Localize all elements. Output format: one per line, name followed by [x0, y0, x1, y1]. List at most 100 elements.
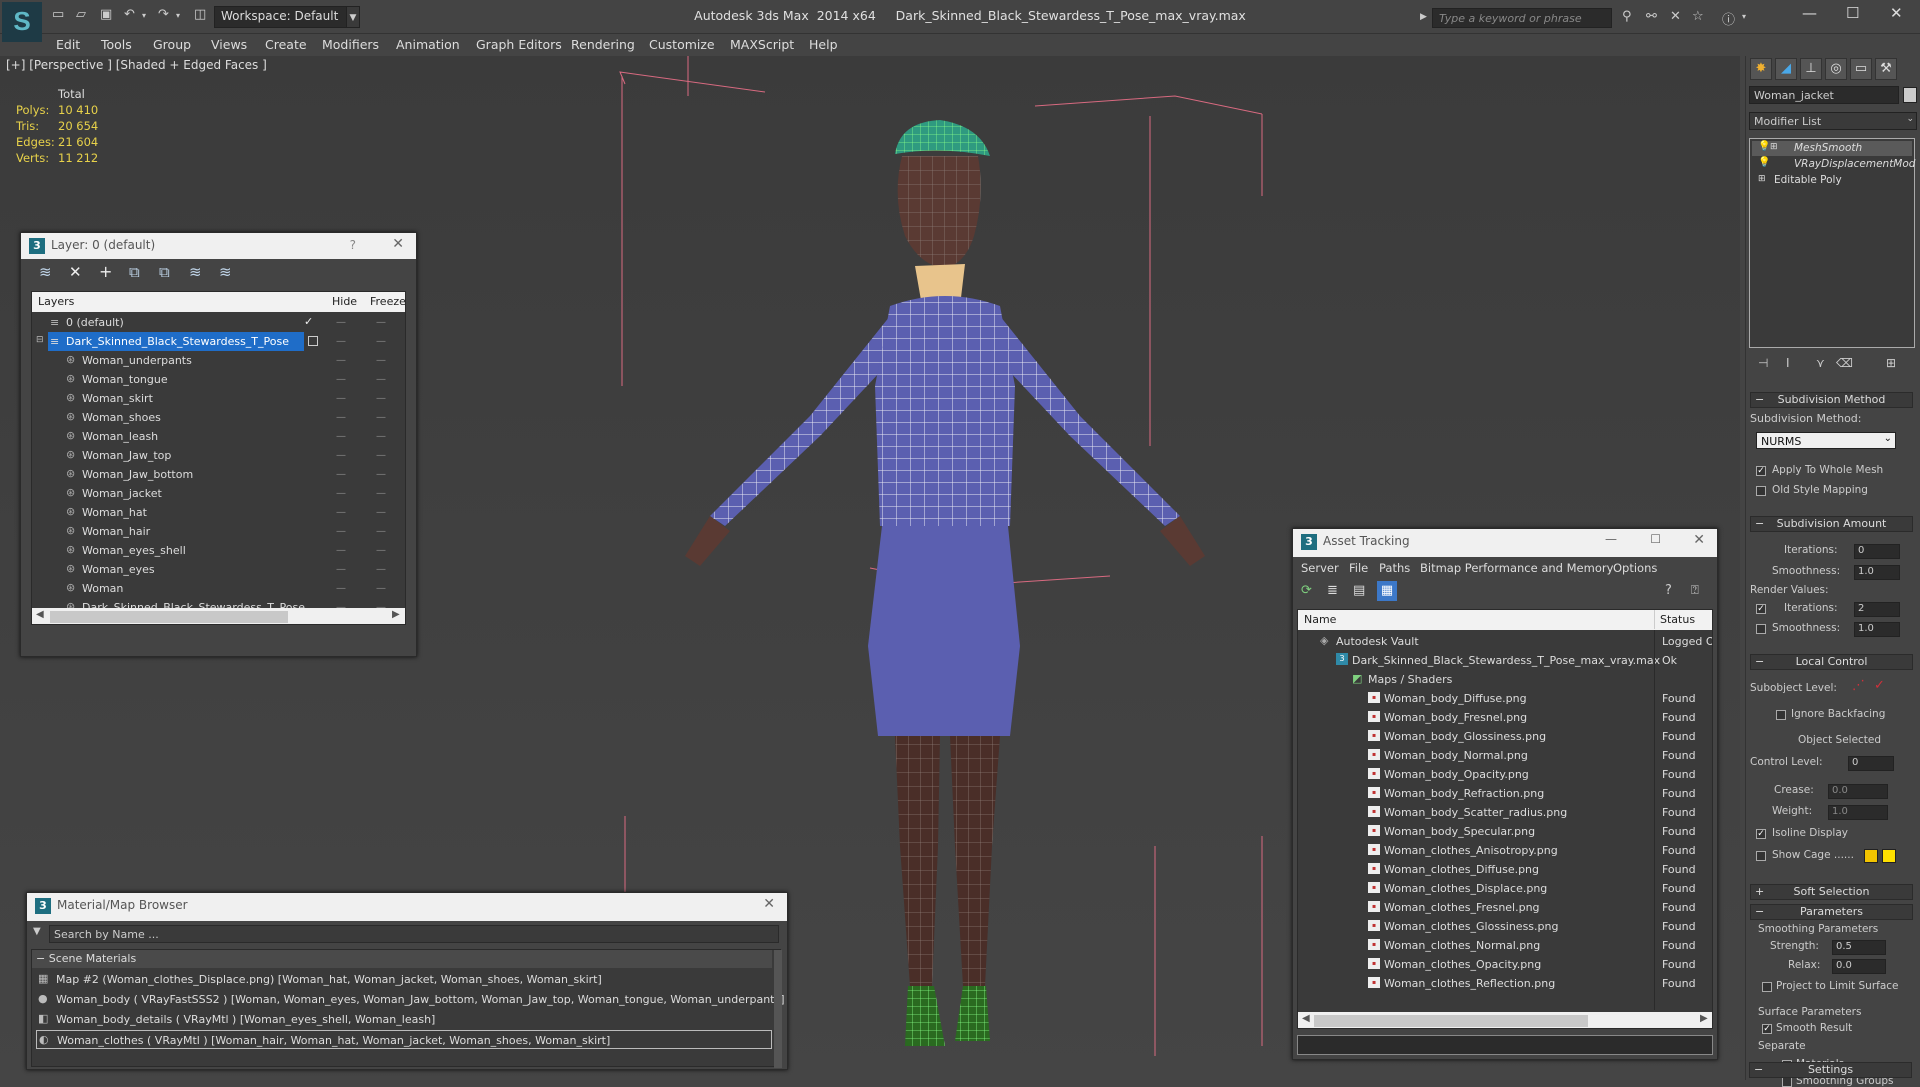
col-name[interactable]: Name	[1304, 613, 1336, 626]
show-end-result-icon[interactable]: Ⅰ	[1786, 356, 1790, 370]
create-layer-icon[interactable]: ≋	[39, 263, 52, 281]
hide-toggle[interactable]: —	[336, 431, 346, 442]
redo-dropdown-icon[interactable]: ▾	[176, 11, 180, 20]
thumbnail-view-icon[interactable]: ▤	[1353, 583, 1365, 598]
hide-toggle[interactable]: —	[336, 488, 346, 499]
save-file-icon[interactable]: ▣	[100, 7, 112, 22]
crease-spinner[interactable]: 0.0	[1828, 784, 1888, 799]
maximize-icon[interactable]: ☐	[1846, 4, 1859, 22]
binoculars-icon[interactable]: ⚲	[1622, 9, 1632, 24]
asset-menu-file[interactable]: File	[1349, 561, 1368, 575]
menu-graph-editors[interactable]: Graph Editors	[476, 37, 562, 52]
app-logo-icon[interactable]: S	[2, 2, 42, 42]
hierarchy-tab-icon[interactable]: ⊥	[1800, 58, 1822, 80]
hide-toggle[interactable]: —	[336, 393, 346, 404]
project-folder-icon[interactable]: ◫	[194, 7, 206, 22]
layer-row[interactable]: ⊛ Woman_jacket — —	[32, 484, 405, 503]
layer-row[interactable]: ⊛ Woman_eyes — —	[32, 560, 405, 579]
asset-row[interactable]: ▪ Woman_body_Refraction.png Found	[1298, 784, 1712, 803]
render-smoothness-spinner[interactable]: 1.0	[1854, 622, 1900, 637]
help-question-icon[interactable]: ?	[1665, 583, 1672, 598]
asset-row[interactable]: ▪ Woman_clothes_Diffuse.png Found	[1298, 860, 1712, 879]
asset-menu-server[interactable]: Server	[1301, 561, 1339, 575]
freeze-toggle[interactable]: —	[376, 526, 386, 537]
hide-toggle[interactable]: —	[336, 317, 346, 328]
hide-toggle[interactable]: —	[336, 583, 346, 594]
layer-row[interactable]: ⊛ Woman_tongue — —	[32, 370, 405, 389]
table-view-icon[interactable]: ▦	[1377, 581, 1397, 601]
hide-toggle[interactable]: —	[336, 564, 346, 575]
workspace-dropdown-icon[interactable]: ▼	[346, 6, 360, 28]
asset-row[interactable]: ▪ Woman_clothes_Glossiness.png Found	[1298, 917, 1712, 936]
create-tab-icon[interactable]: ✸	[1750, 58, 1772, 80]
material-close-icon[interactable]: ✕	[763, 896, 775, 912]
asset-list[interactable]: Name Status ◈ Autodesk Vault Logged O 3 …	[1297, 609, 1713, 1029]
apply-whole-mesh-checkbox[interactable]: ✓	[1756, 466, 1766, 476]
undo-dropdown-icon[interactable]: ▾	[142, 11, 146, 20]
layer-row[interactable]: ⊛ Woman_underpants — —	[32, 351, 405, 370]
object-color-swatch[interactable]	[1903, 87, 1917, 103]
current-layer-check-icon[interactable]: ✓	[304, 315, 313, 328]
menu-maxscript[interactable]: MAXScript	[730, 37, 794, 52]
motion-tab-icon[interactable]: ◎	[1825, 58, 1847, 80]
material-row[interactable]: ◧ Woman_body_details ( VRayMtl ) [Woman_e…	[36, 1010, 772, 1029]
workspace-selector[interactable]: Workspace: Default	[214, 6, 354, 28]
smooth-result-checkbox[interactable]: ✓	[1762, 1024, 1772, 1034]
redo-icon[interactable]: ↷	[158, 7, 169, 22]
render-iterations-spinner[interactable]: 2	[1854, 602, 1900, 617]
layer-row[interactable]: ⊛ Woman — —	[32, 579, 405, 598]
layer-row[interactable]: ⊛ Woman_leash — —	[32, 427, 405, 446]
subdiv-method-dropdown[interactable]: NURMS ⌄	[1756, 432, 1896, 449]
col-freeze[interactable]: Freeze	[370, 295, 405, 308]
modifier-stack[interactable]: 💡 ⊞ MeshSmooth 💡 VRayDisplacementMod ⊞ Edita…	[1749, 138, 1915, 348]
menu-help[interactable]: Help	[809, 37, 838, 52]
menu-views[interactable]: Views	[211, 37, 247, 52]
hide-toggle[interactable]: —	[336, 507, 346, 518]
project-limit-checkbox[interactable]	[1762, 982, 1772, 992]
asset-row[interactable]: ▪ Woman_body_Normal.png Found	[1298, 746, 1712, 765]
layer-row[interactable]: ⊛ Woman_hat — —	[32, 503, 405, 522]
refresh-icon[interactable]: ⟳	[1301, 583, 1312, 598]
scroll-thumb[interactable]	[50, 611, 288, 623]
expand-icon[interactable]: ⊞	[1758, 174, 1766, 184]
ignore-backfacing-checkbox[interactable]	[1776, 710, 1786, 720]
col-hide[interactable]: Hide	[332, 295, 357, 308]
asset-row-vault[interactable]: ◈ Autodesk Vault Logged O	[1298, 632, 1712, 651]
stack-item-editable-poly[interactable]: ⊞ Editable Poly	[1752, 173, 1912, 188]
show-cage-checkbox[interactable]	[1756, 851, 1766, 861]
material-list[interactable]: − Scene Materials ▦ Map #2 (Woman_clothes…	[31, 949, 785, 1068]
menu-customize[interactable]: Customize	[649, 37, 715, 52]
menu-tools[interactable]: Tools	[101, 37, 132, 52]
configure-sets-icon[interactable]: ⊞	[1886, 356, 1896, 370]
object-name-field[interactable]: Woman_jacket	[1749, 86, 1899, 104]
edge-mode-icon[interactable]: ✓	[1874, 678, 1885, 693]
light-bulb-icon[interactable]: 💡	[1758, 141, 1770, 152]
freeze-toggle[interactable]: —	[376, 564, 386, 575]
modifier-list-dropdown[interactable]: Modifier List ⌄	[1749, 112, 1917, 130]
asset-row[interactable]: ▪ Woman_clothes_Opacity.png Found	[1298, 955, 1712, 974]
expand-icon[interactable]: ⊞	[1770, 142, 1778, 152]
layer-hscrollbar[interactable]: ◀ ▶	[32, 608, 405, 624]
menu-rendering[interactable]: Rendering	[571, 37, 635, 52]
asset-minimize-icon[interactable]: —	[1605, 532, 1617, 546]
freeze-toggle[interactable]: —	[376, 374, 386, 385]
hide-toggle[interactable]: —	[336, 450, 346, 461]
render-smoothness-checkbox[interactable]	[1756, 624, 1766, 634]
layer-row[interactable]: ⊛ Woman_skirt — —	[32, 389, 405, 408]
old-style-mapping-checkbox[interactable]	[1756, 486, 1766, 496]
layer-list[interactable]: Layers Hide Freeze ≡ 0 (default) ✓ — — ⊟…	[31, 291, 406, 625]
scroll-left-icon[interactable]: ◀	[36, 609, 44, 620]
modify-tab-icon[interactable]: ◢	[1775, 58, 1797, 80]
menu-edit[interactable]: Edit	[56, 37, 80, 52]
list-view-icon[interactable]: ≣	[1327, 583, 1338, 598]
rollout-local-control[interactable]: − Local Control	[1750, 654, 1913, 670]
new-file-icon[interactable]: ▭	[52, 7, 64, 22]
light-bulb-icon[interactable]: 💡	[1758, 157, 1770, 168]
asset-row-maps[interactable]: ◩ Maps / Shaders	[1298, 670, 1712, 689]
minimize-icon[interactable]: —	[1802, 4, 1817, 22]
asset-menu-bitmap[interactable]: Bitmap Performance and Memory	[1420, 561, 1613, 575]
layer-row[interactable]: ⊛ Woman_shoes — —	[32, 408, 405, 427]
asset-path-field[interactable]	[1297, 1035, 1713, 1055]
undo-icon[interactable]: ↶	[124, 7, 135, 22]
scroll-right-icon[interactable]: ▶	[392, 609, 400, 620]
